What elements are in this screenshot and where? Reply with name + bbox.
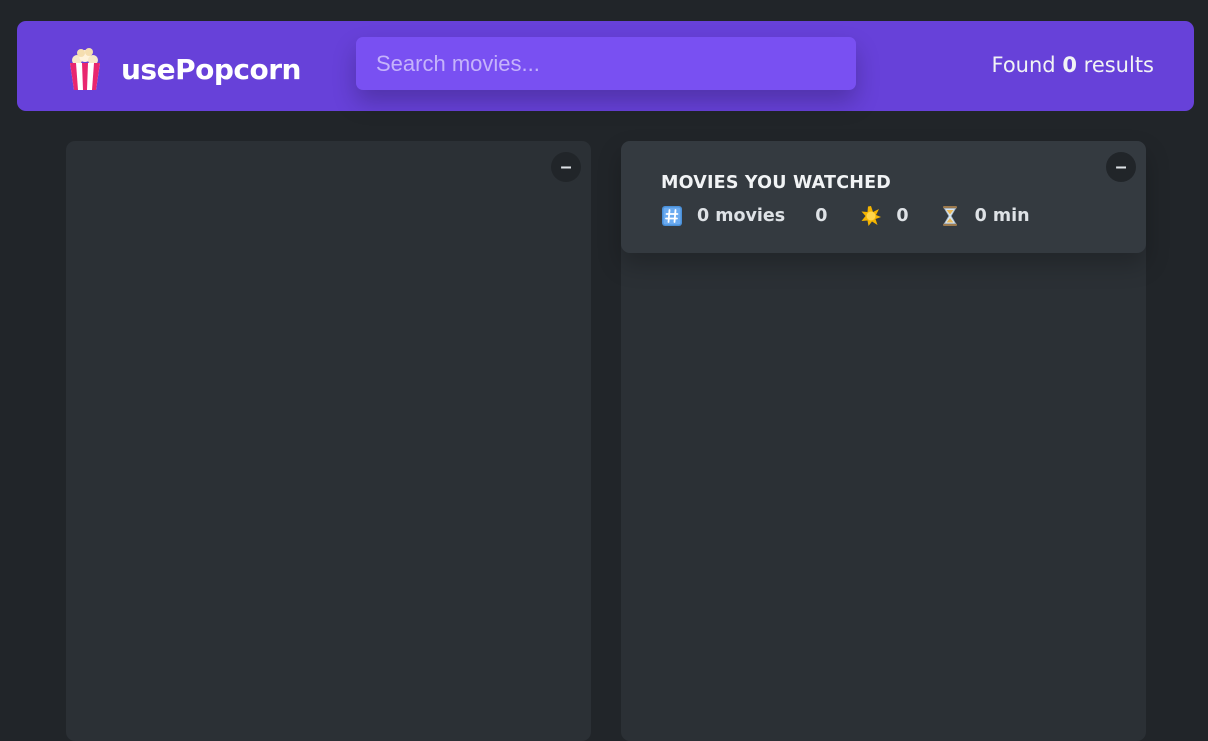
app-title: usePopcorn xyxy=(121,52,301,86)
hourglass-icon xyxy=(942,206,957,226)
results-number: 0 xyxy=(1062,53,1077,77)
navbar: usePopcorn Found 0 results xyxy=(17,21,1194,111)
stat-user-rating: 0 xyxy=(860,205,909,227)
stat-imdb-rating: 0 xyxy=(815,206,827,226)
summary-title: MOVIES YOU WATCHED xyxy=(661,173,891,193)
search-input[interactable] xyxy=(356,37,856,90)
star-burst-icon xyxy=(861,206,882,226)
watched-summary: MOVIES YOU WATCHED 0 movies 0 0 0 min xyxy=(621,141,1146,253)
runtime-value: 0 min xyxy=(974,206,1030,226)
collapse-list-button[interactable]: – xyxy=(551,152,581,182)
results-suffix: results xyxy=(1083,53,1154,77)
logo: usePopcorn xyxy=(67,47,301,91)
movie-list-box: – xyxy=(66,141,591,741)
results-prefix: Found xyxy=(991,53,1056,77)
results-count: Found 0 results xyxy=(992,53,1155,77)
hash-keycap-icon xyxy=(662,206,682,226)
imdb-rating-value: 0 xyxy=(815,206,828,226)
summary-stats: 0 movies 0 0 0 min xyxy=(661,205,1106,227)
collapse-watched-button[interactable]: – xyxy=(1106,152,1136,182)
stat-runtime: 0 min xyxy=(939,205,1030,227)
movies-count: 0 movies xyxy=(697,206,786,226)
popcorn-icon xyxy=(70,48,100,90)
watched-box: – MOVIES YOU WATCHED 0 movies 0 0 0 min xyxy=(621,141,1146,741)
user-rating-value: 0 xyxy=(896,206,909,226)
stat-movies: 0 movies xyxy=(661,205,785,227)
